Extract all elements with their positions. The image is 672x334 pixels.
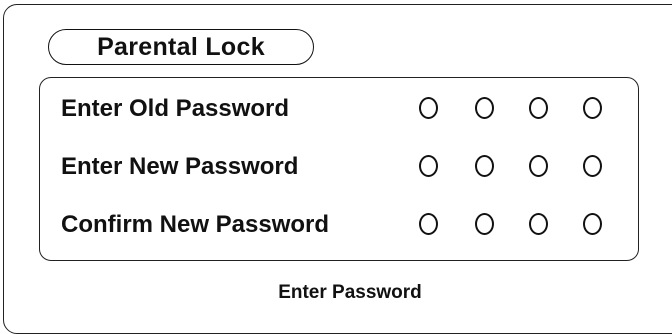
old-password-digit-1 (419, 97, 438, 119)
old-password-row[interactable]: Enter Old Password (61, 92, 621, 126)
new-password-label: Enter New Password (61, 153, 299, 180)
old-password-digit-2 (475, 97, 494, 119)
old-password-field[interactable] (419, 97, 609, 121)
confirm-password-field[interactable] (419, 213, 609, 237)
new-password-digit-2 (475, 155, 494, 177)
new-password-digit-3 (529, 155, 548, 177)
old-password-label: Enter Old Password (61, 95, 290, 122)
old-password-digit-3 (529, 97, 548, 119)
confirm-password-digit-2 (475, 213, 494, 235)
confirm-password-row[interactable]: Confirm New Password (61, 208, 621, 242)
confirm-password-label: Confirm New Password (61, 211, 330, 238)
old-password-digit-4 (583, 97, 602, 119)
confirm-password-digit-3 (529, 213, 548, 235)
dialog-title-text: Parental Lock (97, 32, 265, 61)
status-message: Enter Password (278, 282, 422, 303)
confirm-password-digit-1 (419, 213, 438, 235)
new-password-digit-4 (583, 155, 602, 177)
dialog-title: Parental Lock (48, 29, 314, 65)
new-password-field[interactable] (419, 155, 609, 179)
new-password-digit-1 (419, 155, 438, 177)
new-password-row[interactable]: Enter New Password (61, 150, 621, 184)
confirm-password-digit-4 (583, 213, 602, 235)
